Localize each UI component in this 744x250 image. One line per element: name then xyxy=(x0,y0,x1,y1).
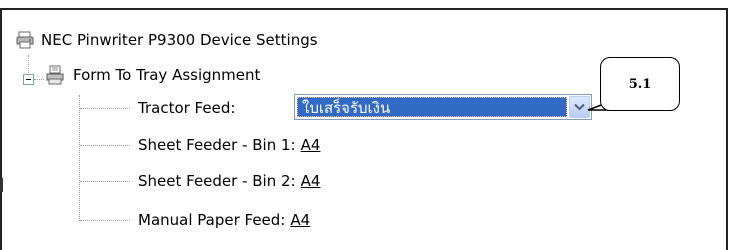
tree-item-tractor-feed[interactable]: Tractor Feed: xyxy=(138,95,235,121)
tree-root-node[interactable]: NEC Pinwriter P9300 Device Settings xyxy=(15,27,318,53)
dropdown-selected-value: ใบเสร็จรับเงิน xyxy=(297,97,567,117)
sheet-feeder-bin-2-label: Sheet Feeder - Bin 2: xyxy=(138,172,296,190)
manual-paper-feed-label: Manual Paper Feed: xyxy=(138,211,286,229)
collapse-minus-icon[interactable] xyxy=(23,74,34,85)
tree-line-group xyxy=(34,79,44,80)
chevron-down-icon[interactable] xyxy=(569,96,590,118)
sheet-feeder-bin-1-label: Sheet Feeder - Bin 1: xyxy=(138,136,296,154)
tree-line-branch xyxy=(80,220,130,221)
tree-item-sheet-feeder-bin-2[interactable]: Sheet Feeder - Bin 2: A4 xyxy=(138,168,320,194)
tree-line-branch xyxy=(80,108,130,109)
sheet-feeder-bin-1-value[interactable]: A4 xyxy=(301,136,321,154)
tractor-feed-dropdown[interactable]: ใบเสร็จรับเงิน xyxy=(294,94,592,120)
edge-marker xyxy=(0,178,3,192)
tree-line-branch xyxy=(80,145,130,146)
tree-line-root xyxy=(28,55,29,73)
tractor-feed-label: Tractor Feed: xyxy=(138,99,236,117)
printer-tray-icon xyxy=(45,65,65,85)
printer-icon xyxy=(15,30,35,50)
callout-label: 5.1 xyxy=(628,76,652,92)
tree-item-manual-paper-feed[interactable]: Manual Paper Feed: A4 xyxy=(138,207,310,233)
tree-group-node[interactable]: Form To Tray Assignment xyxy=(45,62,260,88)
tree-line-branch xyxy=(80,181,130,182)
sheet-feeder-bin-2-value[interactable]: A4 xyxy=(301,172,321,190)
tree-group-label: Form To Tray Assignment xyxy=(73,66,261,84)
callout-annotation: 5.1 xyxy=(600,57,680,111)
tree-line-vertical xyxy=(79,95,80,221)
tree-item-sheet-feeder-bin-1[interactable]: Sheet Feeder - Bin 1: A4 xyxy=(138,132,320,158)
manual-paper-feed-value[interactable]: A4 xyxy=(290,211,310,229)
tree-root-label: NEC Pinwriter P9300 Device Settings xyxy=(41,31,318,49)
